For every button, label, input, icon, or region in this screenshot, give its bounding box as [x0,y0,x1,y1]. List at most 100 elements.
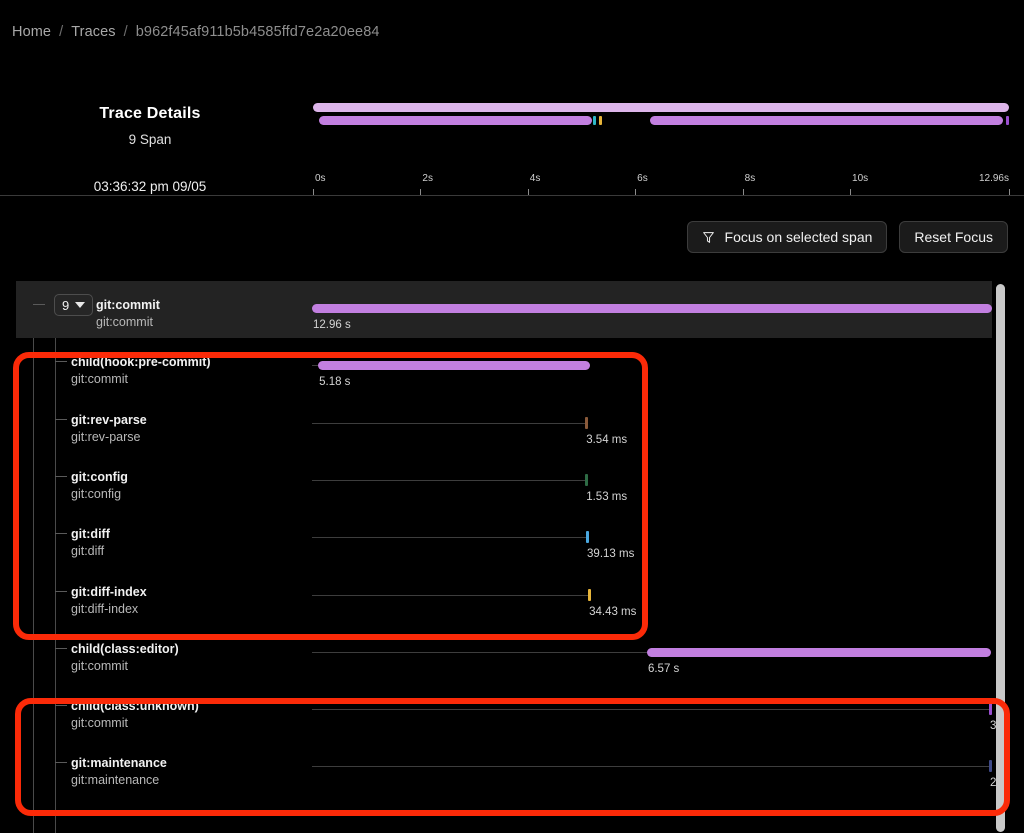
trace-toolbar: Focus on selected span Reset Focus [687,221,1008,253]
span-duration-label: 6.57 s [648,663,679,675]
span-duration-bar[interactable] [647,648,991,657]
span-row[interactable]: git:config git:config 1.53 ms [16,453,992,510]
breadcrumb-item-home[interactable]: Home [12,24,51,40]
span-name: git:rev-parse [71,413,147,427]
span-timeline-track: 2 [312,739,992,796]
time-axis: 0s2s4s6s8s10s12.96s [313,173,1009,195]
span-duration-bar[interactable] [318,361,590,370]
span-list: 9git:commitgit:commit12.96 schild(hook:p… [16,281,1008,833]
span-duration-bar[interactable] [585,474,588,486]
span-duration-label: 34.43 ms [589,606,636,618]
axis-tick-mark [1009,189,1010,195]
minimap-tick [1006,116,1009,125]
minimap-tick [599,116,602,125]
span-row[interactable]: git:rev-parse git:rev-parse 3.54 ms [16,396,992,453]
trace-header: Trace Details 9 Span 03:36:32 pm 09/05 0… [0,95,1024,210]
span-timeline-track: 35 [312,682,992,739]
axis-tick-mark [743,189,744,195]
axis-tick-mark [528,189,529,195]
span-guide-line [312,423,585,424]
span-name: git:diff [71,527,110,541]
breadcrumb-item-traces[interactable]: Traces [71,24,115,40]
span-guide-line [312,480,585,481]
span-duration-bar[interactable] [989,703,992,715]
span-duration-bar[interactable] [586,531,589,543]
span-guide-line [312,595,588,596]
trace-minimap[interactable] [313,103,1009,131]
reset-focus-button[interactable]: Reset Focus [899,221,1008,253]
span-row[interactable]: child(class:unknown) git:commit 35 [16,682,992,739]
span-service-name: git:diff-index [71,602,138,616]
span-row[interactable]: child(class:editor) git:commit 6.57 s [16,625,992,682]
span-name: git:diff-index [71,585,147,599]
breadcrumb: Home / Traces / b962f45af911b5b4585ffd7e… [12,24,380,40]
minimap-tick [593,116,596,125]
span-guide-line [312,537,586,538]
span-service-name: git:diff [71,544,104,558]
breadcrumb-separator: / [59,24,63,40]
filter-funnel-icon [702,231,715,244]
span-list-scrollbar-thumb[interactable] [996,284,1005,832]
span-list-scrollbar-track[interactable] [996,284,1005,832]
reset-button-label: Reset Focus [914,230,993,244]
axis-tick-label: 8s [745,173,756,184]
minimap-row [313,116,1009,125]
tree-connector [55,533,67,534]
focus-on-selected-span-button[interactable]: Focus on selected span [687,221,888,253]
span-duration-bar[interactable] [989,760,992,772]
span-row[interactable]: child(hook:pre-commit)git:commit5.18 s [16,338,992,395]
span-service-name: git:maintenance [71,773,159,787]
span-duration-bar[interactable] [585,417,588,429]
axis-tick-label: 0s [315,173,326,184]
span-timeline-track: 12.96 s [312,281,992,338]
tree-connector [55,361,67,362]
axis-baseline [0,195,1024,196]
axis-tick-label: 10s [852,173,868,184]
page-title: Trace Details [0,105,300,123]
axis-tick-mark [313,189,314,195]
span-name: child(class:unknown) [71,699,199,713]
span-row[interactable]: git:diff git:diff 39.13 ms [16,510,992,567]
span-service-name: git:commit [96,315,153,329]
span-service-name: git:config [71,487,121,501]
axis-tick-label: 2s [422,173,433,184]
span-duration-label: 1.53 ms [586,491,627,503]
minimap-segment [650,116,1003,125]
span-timeline-track: 5.18 s [312,338,992,395]
tree-connector [55,648,67,649]
tree-connector [55,705,67,706]
minimap-segment [319,116,593,125]
span-name: child(class:editor) [71,642,179,656]
span-name: git:maintenance [71,756,167,770]
span-row[interactable]: 9 git:commit git:commit 12.96 s [16,281,992,338]
span-timeline-track: 39.13 ms [312,510,992,567]
breadcrumb-item-trace-id: b962f45af911b5b4585ffd7e2a20ee84 [136,24,380,40]
tree-connector [55,591,67,592]
span-service-name: git:rev-parse [71,430,140,444]
child-span-count: 9 [62,298,69,313]
span-duration-bar[interactable] [588,589,591,601]
span-row[interactable]: git:maintenance git:maintenance 2 [16,739,992,796]
span-guide-line [312,652,647,653]
span-row[interactable]: git:diff-index git:diff-index 34.43 ms [16,568,992,625]
tree-connector [55,476,67,477]
axis-tick-mark [850,189,851,195]
span-service-name: git:commit [71,372,128,386]
span-timeline-track: 6.57 s [312,625,992,682]
span-timeline-track: 1.53 ms [312,453,992,510]
tree-connector [55,762,67,763]
tree-connector [33,304,45,305]
span-service-name: git:commit [71,716,128,730]
breadcrumb-separator: / [124,24,128,40]
span-duration-bar[interactable] [312,304,992,313]
span-name: git:config [71,470,128,484]
span-duration-label: 39.13 ms [587,548,634,560]
span-name: git:commit [96,298,160,312]
span-guide-line [312,766,989,767]
span-collapse-toggle[interactable]: 9 [54,294,93,316]
span-timeline-track: 3.54 ms [312,396,992,453]
axis-tick-mark [420,189,421,195]
span-service-name: git:commit [71,659,128,673]
span-guide-line [312,709,989,710]
minimap-row [313,103,1009,112]
